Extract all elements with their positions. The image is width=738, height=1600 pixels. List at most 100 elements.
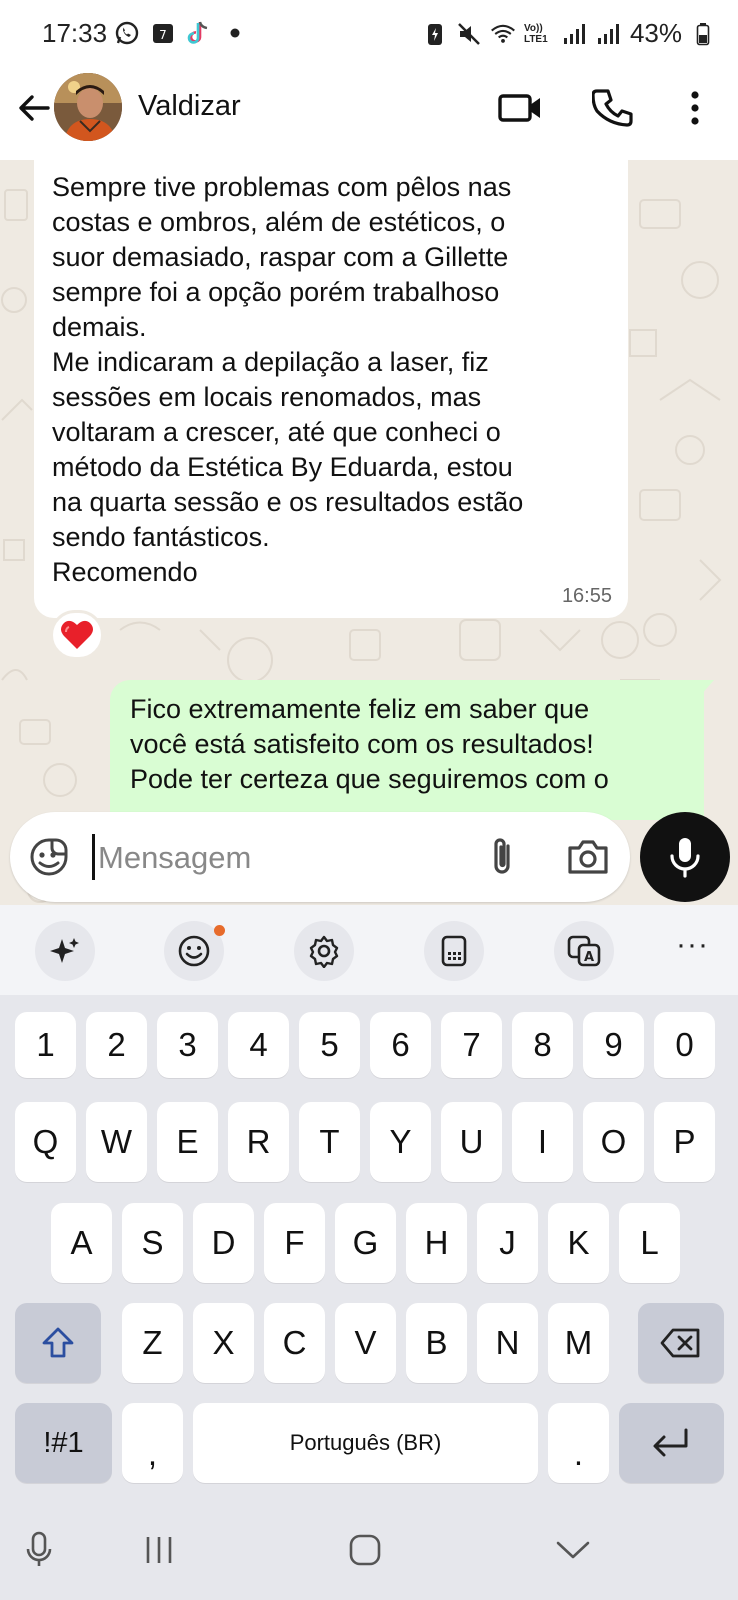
- volte-label: Vo)) LTE1: [523, 22, 548, 45]
- key-y[interactable]: Y: [370, 1102, 431, 1182]
- keyboard: A ··· 1 2 3 4 5 6 7 8 9 0 Q W E R T Y U …: [0, 905, 738, 1600]
- svg-text:A: A: [584, 950, 594, 965]
- shift-key[interactable]: [15, 1303, 101, 1383]
- keyboard-toolbar: A ···: [0, 905, 738, 995]
- enter-key[interactable]: [619, 1403, 724, 1483]
- key-p[interactable]: P: [654, 1102, 715, 1182]
- space-bar[interactable]: Português (BR): [193, 1403, 538, 1483]
- phone-call-icon[interactable]: [591, 86, 636, 130]
- backspace-icon: [660, 1328, 700, 1358]
- battery-saver-icon: [422, 21, 448, 47]
- back-arrow-icon[interactable]: [12, 86, 56, 130]
- whatsapp-icon: [114, 20, 140, 46]
- home-icon[interactable]: [340, 1525, 390, 1575]
- camera-icon[interactable]: [566, 836, 610, 878]
- video-call-icon[interactable]: [498, 88, 544, 128]
- key-j[interactable]: J: [477, 1203, 538, 1283]
- incoming-message-bubble[interactable]: Sempre tive problemas com pêlos nas cost…: [34, 160, 628, 618]
- notification-icons: 7: [114, 20, 248, 46]
- key-n[interactable]: N: [477, 1303, 538, 1383]
- key-5[interactable]: 5: [299, 1012, 360, 1078]
- contact-name[interactable]: Valdizar: [138, 90, 241, 123]
- key-1[interactable]: 1: [15, 1012, 76, 1078]
- symbols-key[interactable]: !#1: [15, 1403, 112, 1483]
- key-r[interactable]: R: [228, 1102, 289, 1182]
- key-q[interactable]: Q: [15, 1102, 76, 1182]
- key-3[interactable]: 3: [157, 1012, 218, 1078]
- bubble-tail: [700, 680, 714, 696]
- message-input[interactable]: Mensagem: [98, 840, 251, 876]
- message-timestamp: 16:55: [561, 585, 612, 607]
- key-g[interactable]: G: [335, 1203, 396, 1283]
- mute-icon: [456, 21, 482, 47]
- key-i[interactable]: I: [512, 1102, 573, 1182]
- key-b[interactable]: B: [406, 1303, 467, 1383]
- key-v[interactable]: V: [335, 1303, 396, 1383]
- key-o[interactable]: O: [583, 1102, 644, 1182]
- shift-arrow-icon: [42, 1327, 74, 1358]
- hide-keyboard-chevron-down-icon[interactable]: [548, 1525, 598, 1575]
- signal-2-icon: [596, 21, 622, 47]
- key-k[interactable]: K: [548, 1203, 609, 1283]
- key-a[interactable]: A: [51, 1203, 112, 1283]
- message-composer[interactable]: Mensagem: [10, 812, 630, 902]
- wifi-icon: [490, 21, 516, 47]
- key-0[interactable]: 0: [654, 1012, 715, 1078]
- key-h[interactable]: H: [406, 1203, 467, 1283]
- chat-header: Valdizar: [0, 70, 738, 160]
- more-notifications-dot-icon: [222, 20, 248, 46]
- sticker-emoji-icon[interactable]: [28, 836, 70, 878]
- sparkles-ai-icon[interactable]: [35, 921, 95, 981]
- heart-reaction-icon[interactable]: [50, 610, 104, 660]
- key-8[interactable]: 8: [512, 1012, 573, 1078]
- signal-icon: [562, 21, 588, 47]
- key-s[interactable]: S: [122, 1203, 183, 1283]
- status-time: 17:33: [42, 18, 108, 48]
- enter-arrow-icon: [653, 1428, 687, 1457]
- voice-input-mic-icon[interactable]: [14, 1525, 64, 1575]
- paperclip-attach-icon[interactable]: [482, 834, 522, 880]
- key-x[interactable]: X: [193, 1303, 254, 1383]
- text-cursor: [92, 834, 95, 880]
- key-2[interactable]: 2: [86, 1012, 147, 1078]
- key-4[interactable]: 4: [228, 1012, 289, 1078]
- svg-text:7: 7: [159, 28, 167, 42]
- system-indicators: Vo)) LTE1 43%: [422, 18, 716, 49]
- key-6[interactable]: 6: [370, 1012, 431, 1078]
- notification-dot: [214, 925, 225, 936]
- key-w[interactable]: W: [86, 1102, 147, 1182]
- backspace-key[interactable]: [638, 1303, 724, 1383]
- microphone-icon: [670, 838, 700, 878]
- chat-area[interactable]: Sempre tive problemas com pêlos nas cost…: [0, 160, 738, 905]
- key-t[interactable]: T: [299, 1102, 360, 1182]
- voice-message-mic-button[interactable]: [640, 812, 730, 902]
- battery-icon: [690, 21, 716, 47]
- calendar-icon: 7: [150, 20, 176, 46]
- status-bar: 17:33 7 Vo)) LTE1 43%: [0, 0, 738, 70]
- battery-percent: 43%: [629, 18, 682, 48]
- system-navigation-bar: [0, 1505, 738, 1600]
- settings-gear-icon[interactable]: [294, 921, 354, 981]
- period-key[interactable]: .: [548, 1403, 609, 1483]
- key-f[interactable]: F: [264, 1203, 325, 1283]
- recent-apps-icon[interactable]: [134, 1525, 184, 1575]
- outgoing-message-text: Fico extremamente feliz em saber que voc…: [130, 694, 609, 794]
- key-9[interactable]: 9: [583, 1012, 644, 1078]
- key-e[interactable]: E: [157, 1102, 218, 1182]
- key-u[interactable]: U: [441, 1102, 502, 1182]
- translate-icon[interactable]: A: [554, 921, 614, 981]
- comma-key[interactable]: ,: [122, 1403, 183, 1483]
- key-l[interactable]: L: [619, 1203, 680, 1283]
- key-7[interactable]: 7: [441, 1012, 502, 1078]
- outgoing-message-bubble[interactable]: Fico extremamente feliz em saber que voc…: [110, 680, 704, 820]
- keyboard-layout-icon[interactable]: [424, 921, 484, 981]
- incoming-message-text: Sempre tive problemas com pêlos nas cost…: [52, 172, 524, 587]
- toolbar-more-icon[interactable]: ···: [676, 930, 709, 960]
- key-d[interactable]: D: [193, 1203, 254, 1283]
- overflow-menu-icon[interactable]: [678, 86, 712, 130]
- avatar[interactable]: [54, 73, 122, 141]
- key-m[interactable]: M: [548, 1303, 609, 1383]
- key-z[interactable]: Z: [122, 1303, 183, 1383]
- tiktok-icon: [186, 20, 212, 46]
- key-c[interactable]: C: [264, 1303, 325, 1383]
